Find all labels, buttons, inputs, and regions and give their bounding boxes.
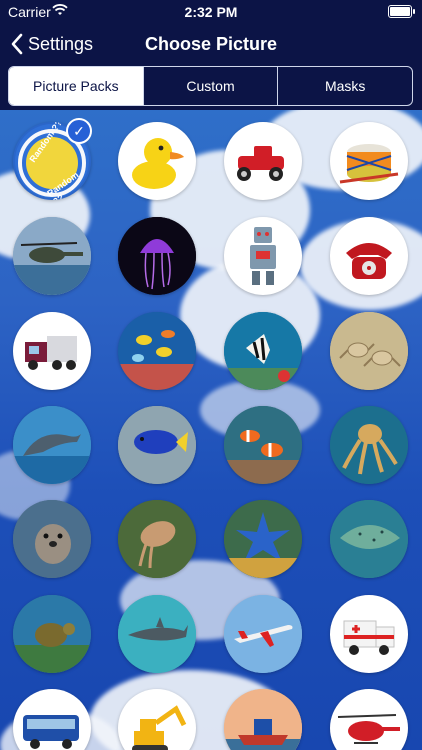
picture-octopus[interactable] [330, 406, 408, 484]
page-title: Choose Picture [144, 34, 278, 54]
picture-toy-robot[interactable] [224, 217, 302, 295]
segmented-control: Picture Packs Custom Masks [8, 66, 413, 106]
picture-sea-turtle[interactable] [13, 595, 91, 673]
status-time: 2:32 PM [184, 4, 238, 20]
picture-toy-drum[interactable] [330, 122, 408, 200]
navigation-bar: Settings Choose Picture [0, 24, 422, 64]
picture-bus[interactable] [13, 689, 91, 750]
picture-angelfish[interactable] [224, 312, 302, 390]
picture-helicopter[interactable] [13, 217, 91, 295]
picture-rescue-helicopter[interactable] [330, 689, 408, 750]
picture-stingray[interactable] [330, 500, 408, 578]
picture-starfish[interactable] [224, 500, 302, 578]
tab-masks[interactable]: Masks [277, 67, 412, 105]
tab-picture-packs[interactable]: Picture Packs [9, 67, 143, 105]
picture-red-telephone[interactable] [330, 217, 408, 295]
picture-excavator[interactable] [118, 689, 196, 750]
picture-crabs[interactable] [330, 312, 408, 390]
picture-clownfish[interactable] [224, 406, 302, 484]
picture-rubber-duck[interactable] [118, 122, 196, 200]
picture-grid-area: Random ?? Random ?? ✓ [0, 110, 422, 750]
picture-cuttlefish[interactable] [118, 500, 196, 578]
tab-custom[interactable]: Custom [142, 67, 278, 105]
picture-ambulance[interactable] [330, 595, 408, 673]
picture-blue-tang-fish[interactable] [118, 406, 196, 484]
picture-shark[interactable] [118, 595, 196, 673]
picture-airplane[interactable] [224, 595, 302, 673]
picture-grid: Random ?? Random ?? ✓ [0, 110, 422, 750]
picture-tropical-fish[interactable] [118, 312, 196, 390]
status-bar: Carrier 2:32 PM [0, 0, 422, 24]
picture-boat[interactable] [224, 689, 302, 750]
picture-truck[interactable] [13, 312, 91, 390]
picture-seal[interactable] [13, 500, 91, 578]
picture-toy-car[interactable] [224, 122, 302, 200]
picture-jellyfish[interactable] [118, 217, 196, 295]
picture-dolphin[interactable] [13, 406, 91, 484]
selected-check-icon: ✓ [66, 118, 92, 144]
battery-icon [388, 5, 415, 18]
tabs-area: Picture Packs Custom Masks [0, 64, 422, 110]
